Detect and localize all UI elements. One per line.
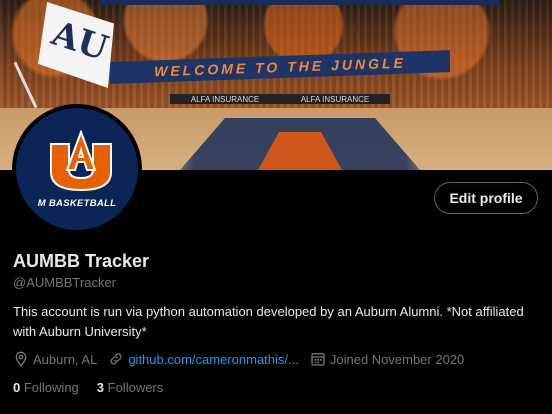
profile-handle: @AUMBBTracker [13,275,117,290]
followers-count: 3 [96,380,105,395]
profile-display-name: AUMBB Tracker [13,251,150,271]
followers-label: Followers [107,380,164,395]
banner-top-ads [100,0,500,5]
profile-joined: Joined November 2020 [310,351,464,367]
follow-stats: 0 Following 3 Followers [13,380,181,395]
avatar[interactable]: M BASKETBALL [12,104,142,234]
profile-website-link[interactable]: github.com/cameronmathis/... [128,352,299,367]
profile-bio: This account is run via python automatio… [13,304,524,339]
profile-meta: Auburn, AL github.com/cameronmathis/... … [13,350,475,368]
avatar-text: M BASKETBALL [37,198,117,209]
calendar-icon [311,353,325,366]
location-pin-icon [15,351,27,367]
profile-location-text: Auburn, AL [33,351,98,367]
following-count: 0 [13,380,21,395]
auburn-logo-icon [50,130,112,192]
followers-link[interactable]: 3 Followers [97,380,163,395]
edit-profile-button[interactable]: Edit profile [434,182,538,214]
link-icon [110,353,122,365]
profile-website: github.com/cameronmathis/... [108,351,299,367]
profile-joined-text: Joined November 2020 [329,351,465,367]
banner-ad-strip: ALFA INSURANCE ALFA INSURANCE [170,94,390,104]
profile-location: Auburn, AL [13,351,97,367]
following-link[interactable]: 0 Following [13,380,79,395]
following-label: Following [23,380,79,395]
banner-ad-text: ALFA INSURANCE [190,94,260,104]
banner-ad-text: ALFA INSURANCE [300,94,370,104]
